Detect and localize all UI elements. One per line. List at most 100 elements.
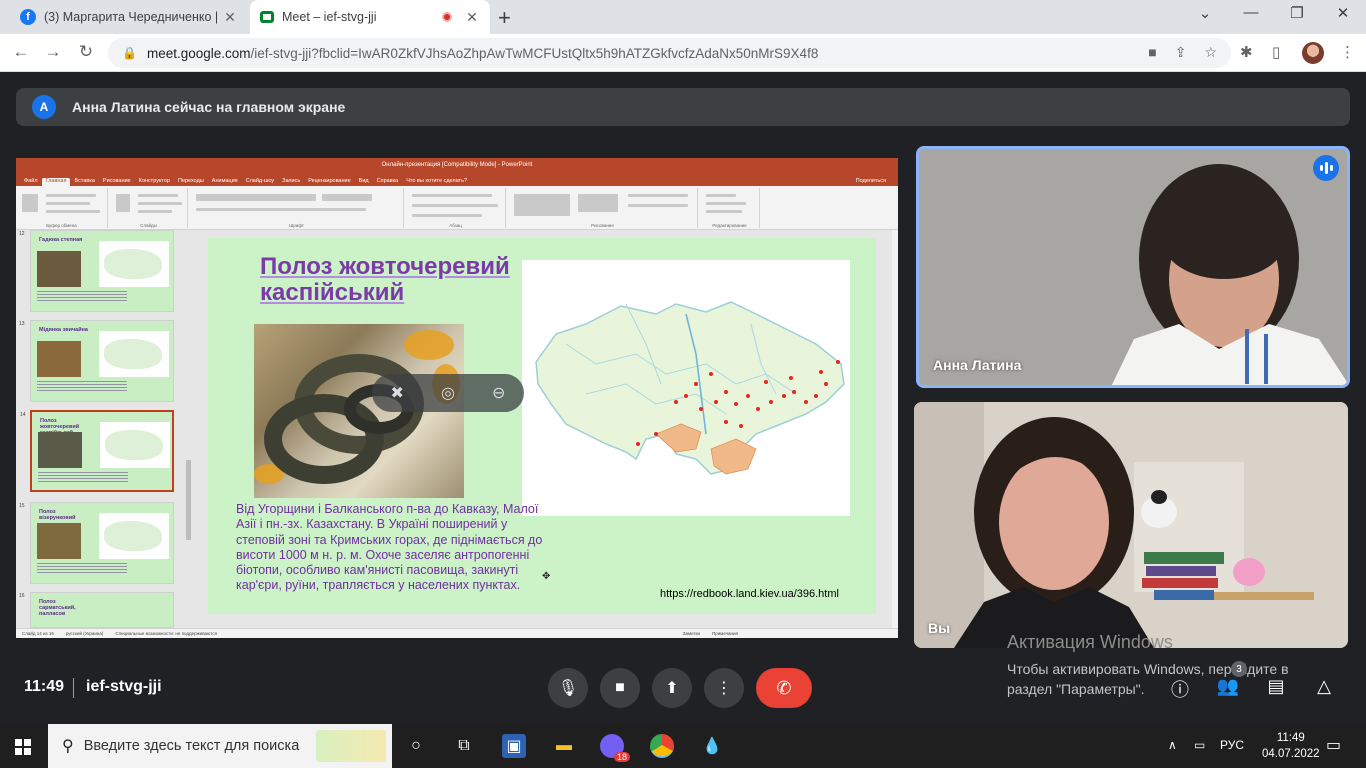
menu-kebab-icon[interactable]: ⋮ xyxy=(1340,43,1355,61)
window-close-button[interactable]: ✕ xyxy=(1320,4,1366,22)
more-options-button[interactable]: ⋮ xyxy=(704,668,744,708)
paint-drop-icon[interactable]: 💧 xyxy=(700,734,724,758)
thumbnail-map xyxy=(100,422,170,468)
presenter-avatar: A xyxy=(32,95,56,119)
menu-item: Конструктор xyxy=(138,178,170,184)
viber-icon[interactable]: 18 xyxy=(600,734,630,762)
menu-item: Вид xyxy=(358,178,369,184)
camera-indicator-icon[interactable]: ■ xyxy=(1148,44,1156,61)
ukraine-map xyxy=(535,301,845,475)
present-screen-icon: ⬆ xyxy=(665,680,679,697)
powerpoint-title-bar: Онлайн-презентация [Compatibility Mode] … xyxy=(16,158,898,172)
menu-item: Файл xyxy=(24,178,38,184)
presenting-banner: A Анна Латина сейчас на главном экране xyxy=(16,88,1350,126)
participant-count-badge: 3 xyxy=(1231,661,1247,677)
activities-icon: △ xyxy=(1317,676,1331,696)
leave-call-button[interactable]: ✆ xyxy=(756,668,812,708)
thumbnail-photo xyxy=(38,432,82,468)
facebook-icon: f xyxy=(20,9,36,25)
address-bar[interactable]: 🔒 meet.google.com/ief-stvg-jji?fbclid=Iw… xyxy=(108,38,1231,68)
menu-item: Слайд-шоу xyxy=(245,178,275,184)
back-button[interactable]: ← xyxy=(10,42,32,62)
shared-screen-overlay[interactable]: ✖ ◎ ⊖ xyxy=(372,374,524,412)
people-button[interactable]: 👥 xyxy=(1216,676,1240,697)
cortana-icon[interactable]: ○ xyxy=(404,734,428,758)
menu-item: Поделиться xyxy=(855,178,886,184)
ribbon-group: Абзац xyxy=(406,188,506,228)
microphone-button[interactable]: 🎙 xyxy=(548,668,588,708)
thumbnail-photo xyxy=(37,341,81,377)
slide-body-text: Від Угорщини і Балканського п-ва до Кавк… xyxy=(236,502,543,593)
mute-icon[interactable]: ✖ xyxy=(391,383,404,403)
extensions-icon[interactable]: ✱ xyxy=(1240,43,1253,61)
thumbnail-photo xyxy=(37,523,81,559)
meeting-code: ief-stvg-jji xyxy=(86,678,162,695)
slide-thumbnail[interactable]: 13 Мідянка звичайна xyxy=(19,320,174,402)
slide-thumbnail[interactable]: 12 Гадюка степная xyxy=(19,230,174,312)
slide-thumbnail[interactable]: 16 Полоз сарматський, палласов xyxy=(19,592,174,628)
microphone-icon: 🎙 xyxy=(557,680,579,697)
chat-button[interactable]: ▤ xyxy=(1264,676,1288,697)
participant-name: Анна Латина xyxy=(933,357,1022,373)
remove-icon[interactable]: ⊖ xyxy=(492,383,505,403)
slide-thumbnail-selected[interactable]: 14 Полоз жовточеревий каспійський xyxy=(20,410,174,492)
language-indicator[interactable]: РУС xyxy=(1220,738,1244,752)
search-icon: ⚲ xyxy=(62,738,74,755)
mouse-cursor-icon: ✥ xyxy=(542,571,551,582)
camera-button[interactable]: ■ xyxy=(600,668,640,708)
meeting-info-button[interactable]: ⓘ xyxy=(1168,676,1192,702)
close-icon[interactable]: ✕ xyxy=(220,9,240,26)
menu-item: Рецензирование xyxy=(308,178,351,184)
network-icon[interactable]: ▭ xyxy=(1194,738,1205,752)
participant-tile-presenter[interactable]: Анна Латина xyxy=(916,146,1350,388)
tab-meet[interactable]: Meet – ief-stvg-jji ✕ xyxy=(250,0,490,34)
side-panel-icon[interactable]: ▯ xyxy=(1272,43,1280,61)
tab-title: (3) Маргарита Чередниченко | F xyxy=(44,10,220,24)
tab-facebook[interactable]: f (3) Маргарита Чередниченко | F ✕ xyxy=(8,0,248,34)
restore-button[interactable]: ❐ xyxy=(1274,4,1320,22)
ribbon-group: Шрифт xyxy=(190,188,404,228)
powerpoint-ribbon: Буфер обмена Слайды Шрифт Абзац Рисовани… xyxy=(16,186,898,230)
file-explorer-icon[interactable]: ▬ xyxy=(552,734,576,758)
new-tab-button[interactable]: + xyxy=(498,5,511,31)
thumbnail-map xyxy=(99,331,169,377)
participant-name: Вы xyxy=(928,620,951,636)
presenting-text: Анна Латина сейчас на главном экране xyxy=(72,99,346,115)
windows-start-icon[interactable] xyxy=(15,739,31,755)
task-view-icon[interactable]: ⧉ xyxy=(452,734,476,758)
slide-title: Полоз жовточеревий каспійський xyxy=(260,253,510,306)
recording-icon xyxy=(442,12,452,22)
speaking-indicator-icon xyxy=(1313,155,1339,181)
lock-icon[interactable]: 🔒 xyxy=(122,46,137,60)
chrome-icon[interactable] xyxy=(650,734,674,758)
slide-thumbnail[interactable]: 15 Полоз візерунковий xyxy=(19,502,174,584)
presenter-video xyxy=(919,149,1347,385)
share-icon[interactable]: ⇪ xyxy=(1175,44,1187,61)
tray-chevron-icon[interactable]: ∧ xyxy=(1168,738,1177,752)
reload-button[interactable]: ↻ xyxy=(75,42,97,62)
ribbon-group: Слайды xyxy=(110,188,188,228)
profile-avatar[interactable] xyxy=(1302,42,1324,64)
taskbar-clock[interactable]: 11:49 04.07.2022 xyxy=(1262,730,1320,762)
menu-item: Главная xyxy=(41,178,71,186)
menu-item: Переходы xyxy=(177,178,204,184)
slide-canvas: Полоз жовточеревий каспійський ✖ ◎ ⊖ Від… xyxy=(208,238,876,614)
notifications-icon[interactable]: ▭ xyxy=(1326,735,1341,755)
minimize-button[interactable]: — xyxy=(1228,4,1274,21)
activities-button[interactable]: △ xyxy=(1312,676,1336,697)
tab-search-icon[interactable]: ⌄ xyxy=(1182,4,1228,22)
search-highlight-image xyxy=(316,730,386,762)
present-screen-button[interactable]: ⬆ xyxy=(652,668,692,708)
participant-tile-self[interactable]: Вы xyxy=(914,402,1348,648)
audio-icon[interactable]: ◎ xyxy=(441,383,455,403)
taskbar-search-box[interactable]: ⚲ Введите здесь текст для поиска xyxy=(48,724,392,768)
close-icon[interactable]: ✕ xyxy=(462,9,482,26)
windows-taskbar: ⚲ Введите здесь текст для поиска ○ ⧉ ▣ ▬… xyxy=(0,724,1366,768)
menu-item: Справка xyxy=(376,178,399,184)
forward-button[interactable]: → xyxy=(42,42,64,62)
google-meet-icon xyxy=(260,11,274,23)
bookmark-star-icon[interactable]: ☆ xyxy=(1204,44,1217,61)
floppy-app-icon[interactable]: ▣ xyxy=(502,734,526,758)
url-host: meet.google.com xyxy=(146,45,251,61)
shared-screen: Онлайн-презентация [Compatibility Mode] … xyxy=(16,158,898,638)
